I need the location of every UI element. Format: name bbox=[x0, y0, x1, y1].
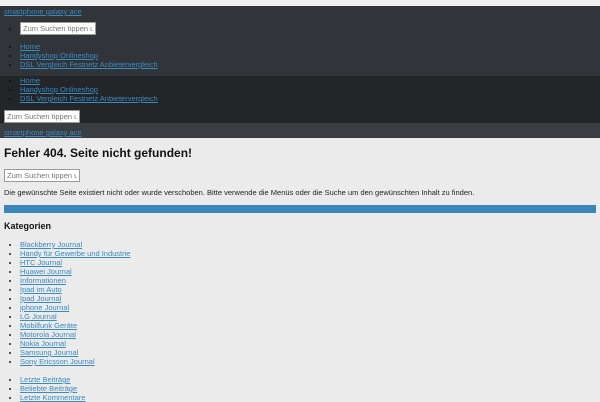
list-item: Ipad im Auto bbox=[20, 285, 130, 294]
site-bar: smartphone galaxy ace bbox=[0, 123, 600, 138]
list-item: iphone Journal bbox=[20, 303, 130, 312]
category-link[interactable]: HTC Journal bbox=[20, 258, 62, 267]
search-input-2[interactable] bbox=[4, 110, 80, 123]
list-item: Ipad Journal bbox=[20, 294, 130, 303]
list-item: HTC Journal bbox=[20, 258, 130, 267]
category-link[interactable]: Ipad im Auto bbox=[20, 285, 62, 294]
nav-dsl[interactable]: DSL Vergleich Festnetz Anbietervergleich bbox=[20, 94, 158, 103]
list-item: Motorola Journal bbox=[20, 330, 130, 339]
list-item: LG Journal bbox=[20, 312, 130, 321]
category-link[interactable]: iphone Journal bbox=[20, 303, 69, 312]
list-item: Mobilfunk Geräte bbox=[20, 321, 130, 330]
content-search-input[interactable] bbox=[4, 169, 80, 182]
category-link[interactable]: Mobilfunk Geräte bbox=[20, 321, 77, 330]
category-link[interactable]: Handy für Gewerbe und Industrie bbox=[20, 249, 130, 258]
nav-home[interactable]: Home bbox=[20, 76, 40, 85]
site-link[interactable]: smartphone galaxy ace bbox=[4, 7, 82, 16]
category-link[interactable]: Sony Ericsson Journal bbox=[20, 357, 95, 366]
list-item: Beliebte Beiträge bbox=[20, 384, 85, 393]
list-item: Sony Ericsson Journal bbox=[20, 357, 130, 366]
site-link-2[interactable]: smartphone galaxy ace bbox=[4, 128, 82, 137]
categories-list: Blackberry JournalHandy für Gewerbe und … bbox=[0, 240, 130, 366]
main-nav: Home Handyshop Onlineshop DSL Vergleich … bbox=[0, 42, 158, 69]
page-title: Fehler 404. Seite nicht gefunden! bbox=[4, 146, 193, 160]
secondary-nav: Home Handyshop Onlineshop DSL Vergleich … bbox=[0, 76, 158, 103]
list-item: Letzte Beiträge bbox=[20, 375, 85, 384]
list-item: Informationen bbox=[20, 276, 130, 285]
widget-tab-link[interactable]: Beliebte Beiträge bbox=[20, 384, 77, 393]
nav-home[interactable]: Home bbox=[20, 42, 40, 51]
widget-tab-link[interactable]: Letzte Kommentare bbox=[20, 393, 85, 402]
list-item: Nokia Journal bbox=[20, 339, 130, 348]
category-link[interactable]: Blackberry Journal bbox=[20, 240, 82, 249]
category-link[interactable]: Nokia Journal bbox=[20, 339, 66, 348]
list-item: Letzte Kommentare bbox=[20, 393, 85, 402]
tabs-list: Letzte BeiträgeBeliebte BeiträgeLetzte K… bbox=[0, 375, 85, 402]
error-message: Die gewünschte Seite existiert nicht ode… bbox=[4, 188, 475, 197]
search-input[interactable] bbox=[20, 22, 96, 35]
category-link[interactable]: Ipad Journal bbox=[20, 294, 61, 303]
list-item: Huawei Journal bbox=[20, 267, 130, 276]
nav-dsl[interactable]: DSL Vergleich Festnetz Anbietervergleich bbox=[20, 60, 158, 69]
category-link[interactable]: LG Journal bbox=[20, 312, 57, 321]
categories-title: Kategorien bbox=[4, 221, 52, 231]
header: smartphone galaxy ace Home Handyshop Onl… bbox=[0, 6, 600, 76]
category-link[interactable]: Samsung Journal bbox=[20, 348, 78, 357]
list-item: Blackberry Journal bbox=[20, 240, 130, 249]
category-link[interactable]: Informationen bbox=[20, 276, 66, 285]
widget-tab-link[interactable]: Letzte Beiträge bbox=[20, 375, 70, 384]
nav-handyshop[interactable]: Handyshop Onlineshop bbox=[20, 51, 98, 60]
list-item: Handy für Gewerbe und Industrie bbox=[20, 249, 130, 258]
divider-bar bbox=[4, 205, 596, 213]
secondary-header: Home Handyshop Onlineshop DSL Vergleich … bbox=[0, 76, 600, 123]
list-item: Samsung Journal bbox=[20, 348, 130, 357]
category-link[interactable]: Motorola Journal bbox=[20, 330, 76, 339]
category-link[interactable]: Huawei Journal bbox=[20, 267, 72, 276]
nav-handyshop[interactable]: Handyshop Onlineshop bbox=[20, 85, 98, 94]
